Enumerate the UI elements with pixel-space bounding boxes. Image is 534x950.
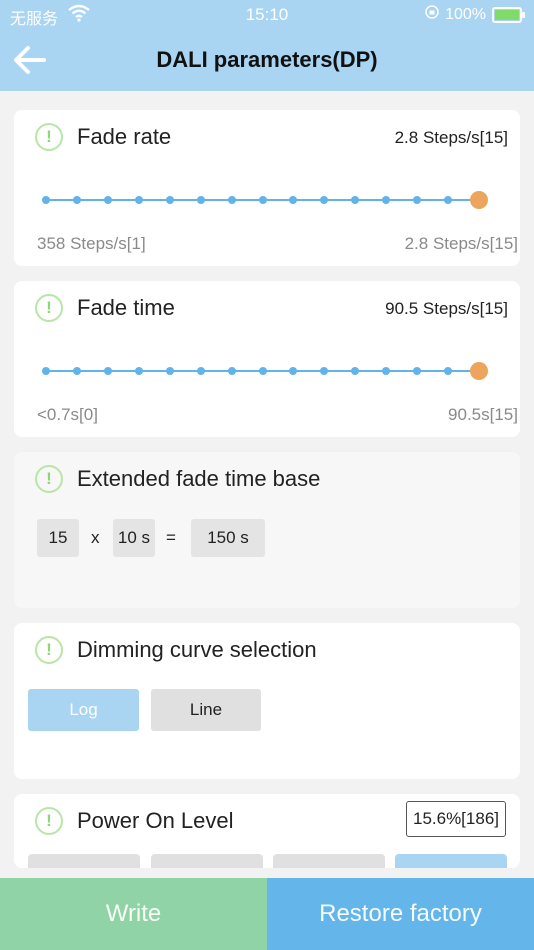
fade-time-max-label: 90.5s[15] bbox=[448, 405, 518, 424]
slider-thumb[interactable] bbox=[470, 362, 488, 380]
multiplier-field[interactable]: 15 bbox=[37, 519, 79, 557]
fade-rate-card: ! Fade rate 2.8 Steps/s[15] 358 Steps/s[… bbox=[14, 110, 520, 266]
slider-step-dot[interactable] bbox=[72, 367, 81, 375]
fade-time-title: Fade time bbox=[77, 295, 175, 320]
fade-time-min-label: <0.7s[0] bbox=[37, 405, 98, 424]
slider-step-dot[interactable] bbox=[134, 196, 143, 204]
battery-percent: 100% bbox=[445, 5, 486, 23]
info-icon[interactable]: ! bbox=[35, 294, 63, 322]
slider-step-dot[interactable] bbox=[258, 196, 267, 204]
extended-fade-title: Extended fade time base bbox=[77, 466, 321, 491]
fade-rate-title: Fade rate bbox=[77, 124, 172, 149]
slider-step-dot[interactable] bbox=[444, 367, 453, 375]
fade-time-slider[interactable] bbox=[42, 361, 488, 381]
slider-step-dot[interactable] bbox=[289, 196, 298, 204]
curve-line-button[interactable]: Line bbox=[151, 689, 261, 731]
power-on-level-card: ! Power On Level 15.6%[186] bbox=[14, 794, 520, 868]
slider-step-dot[interactable] bbox=[134, 367, 143, 375]
slider-step-dot[interactable] bbox=[165, 367, 174, 375]
orientation-lock-icon bbox=[425, 5, 439, 24]
slider-step-dot[interactable] bbox=[227, 367, 236, 375]
slider-step-dot[interactable] bbox=[103, 367, 112, 375]
info-icon[interactable]: ! bbox=[35, 465, 63, 493]
slider-step-dot[interactable] bbox=[42, 196, 50, 204]
page-title: DALI parameters(DP) bbox=[156, 47, 378, 72]
slider-step-dot[interactable] bbox=[165, 196, 174, 204]
slider-step-dot[interactable] bbox=[382, 196, 391, 204]
fade-time-value: 90.5 Steps/s[15] bbox=[385, 299, 508, 318]
restore-factory-button[interactable]: Restore factory bbox=[267, 878, 534, 950]
status-bar: 无服务 15:10 100% bbox=[0, 0, 534, 30]
battery-icon bbox=[492, 6, 525, 23]
slider-step-dot[interactable] bbox=[351, 196, 360, 204]
info-icon[interactable]: ! bbox=[35, 807, 63, 835]
times-sign: x bbox=[91, 528, 100, 547]
slider-step-dot[interactable] bbox=[196, 367, 205, 375]
fade-rate-value: 2.8 Steps/s[15] bbox=[394, 128, 508, 147]
write-button[interactable]: Write bbox=[0, 878, 267, 950]
bottom-action-bar: Write Restore factory bbox=[0, 878, 534, 950]
equals-sign: = bbox=[166, 528, 176, 547]
slider-step-dot[interactable] bbox=[196, 196, 205, 204]
slider-thumb[interactable] bbox=[470, 191, 488, 209]
slider-step-dot[interactable] bbox=[103, 196, 112, 204]
fade-rate-slider[interactable] bbox=[42, 190, 488, 210]
slider-step-dot[interactable] bbox=[72, 196, 81, 204]
fade-rate-max-label: 2.8 Steps/s[15] bbox=[404, 234, 518, 253]
curve-log-button[interactable]: Log bbox=[28, 689, 139, 731]
level-option-button[interactable] bbox=[395, 854, 507, 868]
slider-step-dot[interactable] bbox=[227, 196, 236, 204]
base-field[interactable]: 10 s bbox=[113, 519, 155, 557]
slider-step-dot[interactable] bbox=[413, 367, 422, 375]
extended-fade-card: ! Extended fade time base 15 x 10 s = 15… bbox=[14, 452, 520, 608]
slider-step-dot[interactable] bbox=[320, 196, 329, 204]
info-icon[interactable]: ! bbox=[35, 636, 63, 664]
dimming-curve-card: ! Dimming curve selection Log Line bbox=[14, 623, 520, 779]
fade-time-card: ! Fade time 90.5 Steps/s[15] <0.7s[0] 90… bbox=[14, 281, 520, 437]
slider-step-dot[interactable] bbox=[444, 196, 453, 204]
slider-step-dot[interactable] bbox=[382, 367, 391, 375]
level-option-button[interactable] bbox=[273, 854, 385, 868]
slider-step-dot[interactable] bbox=[320, 367, 329, 375]
slider-step-dot[interactable] bbox=[42, 367, 50, 375]
dimming-curve-title: Dimming curve selection bbox=[77, 637, 317, 662]
slider-step-dot[interactable] bbox=[289, 367, 298, 375]
info-icon[interactable]: ! bbox=[35, 123, 63, 151]
power-on-level-value[interactable]: 15.6%[186] bbox=[405, 801, 506, 837]
fade-rate-min-label: 358 Steps/s[1] bbox=[37, 234, 146, 253]
slider-step-dot[interactable] bbox=[351, 367, 360, 375]
slider-step-dot[interactable] bbox=[413, 196, 422, 204]
app-header: DALI parameters(DP) bbox=[0, 30, 534, 91]
level-option-button[interactable] bbox=[151, 854, 263, 868]
battery-fill bbox=[495, 9, 519, 20]
result-field: 150 s bbox=[191, 519, 265, 557]
level-option-button[interactable] bbox=[28, 854, 140, 868]
power-on-level-title: Power On Level bbox=[77, 808, 234, 833]
slider-step-dot[interactable] bbox=[258, 367, 267, 375]
